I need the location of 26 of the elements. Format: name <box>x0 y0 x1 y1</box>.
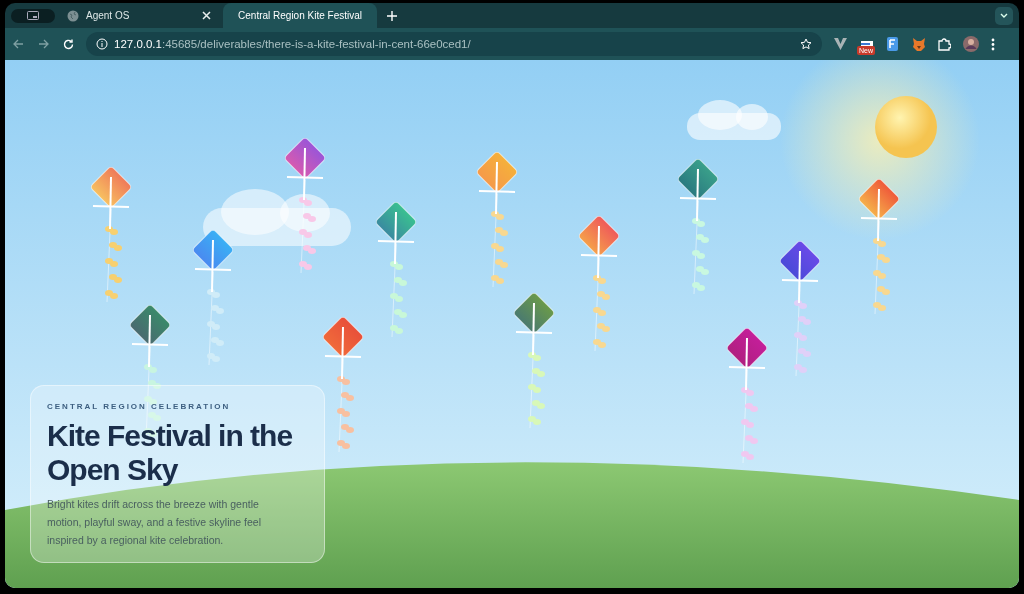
forward-icon[interactable] <box>38 39 49 49</box>
address-bar[interactable]: 127.0.0.1:45685/deliverables/there-is-a-kite-festival-in-cent-66e0ced1/ <box>86 32 822 56</box>
eyebrow-text: CENTRAL REGION CELEBRATION <box>47 402 232 411</box>
v-shape-icon[interactable] <box>834 38 847 50</box>
hero-title: Kite Festival in the Open Sky <box>47 419 294 487</box>
tab-list-button[interactable] <box>995 6 1013 25</box>
browser-tab[interactable]: Central Region Kite Festival <box>223 3 377 28</box>
tab-search-button[interactable] <box>11 8 55 23</box>
new-tab-icon[interactable] <box>387 10 397 21</box>
chevron-down-icon <box>1000 13 1008 18</box>
star-icon[interactable] <box>800 38 812 50</box>
sun-drawing <box>875 96 937 158</box>
info-icon[interactable] <box>96 38 108 50</box>
browser-tab[interactable]: Agent OS <box>59 3 219 28</box>
reload-icon[interactable] <box>63 38 74 50</box>
back-icon[interactable] <box>13 39 24 49</box>
close-icon[interactable] <box>202 11 211 20</box>
menu-icon[interactable] <box>991 37 995 51</box>
globe-icon <box>67 9 79 22</box>
avatar-icon[interactable] <box>963 36 979 52</box>
url-text: 127.0.0.1:45685/deliverables/there-is-a-kite-festival-in-cent-66e0ced1/ <box>114 38 471 50</box>
document-icon[interactable] <box>887 37 900 51</box>
window-icon <box>27 11 39 20</box>
hero-description: Bright kites drift across the breeze with gentle motion, playful sway, and a festive skyline feel inspired by a regional kite celebration. <box>47 497 262 548</box>
puzzle-icon[interactable] <box>938 37 951 51</box>
fox-icon[interactable] <box>912 37 926 51</box>
